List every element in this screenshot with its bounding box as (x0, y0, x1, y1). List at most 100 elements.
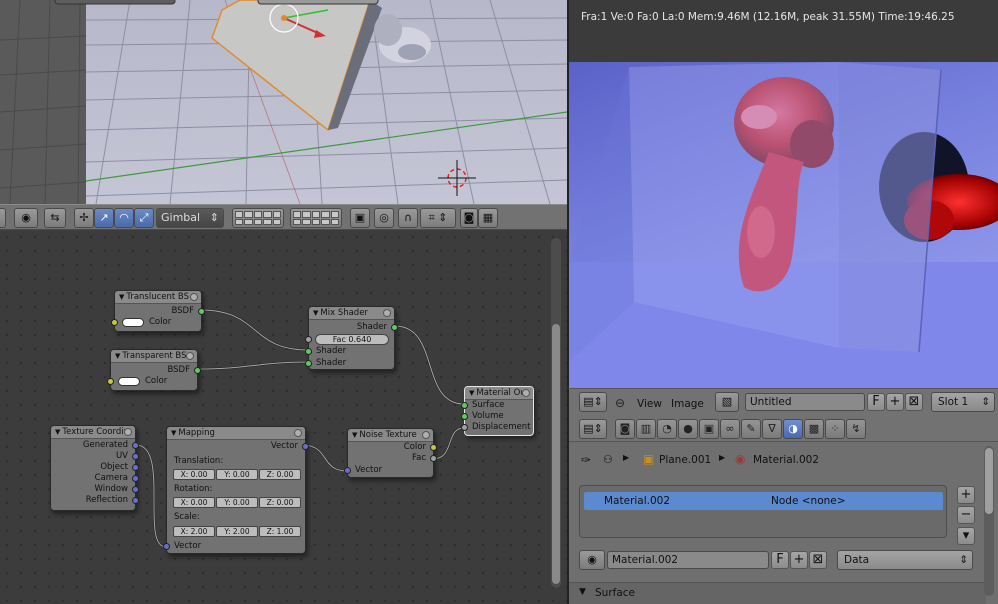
pivot-button[interactable]: ⇆ (44, 208, 66, 228)
scrollbar-thumb[interactable] (985, 448, 993, 514)
browse-image-button[interactable]: ▧ (715, 392, 739, 412)
output-color-socket[interactable] (430, 444, 437, 451)
fake-user-button[interactable]: F (771, 551, 789, 569)
view-menu[interactable]: View (637, 398, 662, 410)
tab-data[interactable]: ∇ (762, 419, 782, 439)
editor-type-dropdown[interactable]: ▤⇕ (579, 419, 607, 439)
scale-y-field[interactable]: Y: 2.00 (216, 526, 258, 537)
node-preview-toggle-icon[interactable] (383, 309, 391, 317)
output-vector-socket[interactable] (302, 443, 309, 450)
node-preview-toggle-icon[interactable] (522, 389, 530, 397)
output-shader-socket[interactable] (391, 324, 398, 331)
rotation-y-field[interactable]: Y: 0.00 (216, 497, 258, 508)
render-result-image[interactable] (567, 62, 998, 388)
input-displacement-socket[interactable] (461, 424, 468, 431)
node-material-output[interactable]: ▼ Material Ou Surface Volume Displacement (461, 386, 534, 436)
output-fac-socket[interactable] (430, 455, 437, 462)
slot-specials-button[interactable]: ▾ (957, 527, 975, 545)
color-swatch[interactable] (118, 377, 140, 386)
input-fac-socket[interactable] (305, 336, 312, 343)
properties-scrollbar[interactable] (984, 446, 994, 596)
layers-group-1[interactable] (232, 208, 284, 228)
tab-world[interactable]: ● (678, 419, 698, 439)
tab-particles[interactable]: ⁘ (825, 419, 845, 439)
output-object-socket[interactable] (132, 464, 139, 471)
image-name-field[interactable]: Untitled (745, 393, 865, 411)
translation-y-field[interactable]: Y: 0.00 (216, 469, 258, 480)
input-shader-1-socket[interactable] (305, 348, 312, 355)
output-window-socket[interactable] (132, 486, 139, 493)
collapse-triangle-icon[interactable]: ▼ (119, 293, 124, 301)
tab-scene[interactable]: ◔ (657, 419, 677, 439)
proportional-edit-button[interactable]: ◎ (374, 208, 394, 228)
scale-toggle[interactable]: ⤢ (134, 208, 154, 228)
translate-toggle[interactable]: ↗ (94, 208, 114, 228)
layer-lock-button[interactable]: ▣ (350, 208, 370, 228)
node-mapping[interactable]: ▼ Mapping Vector Translation: X: 0.00 Y: … (163, 426, 309, 554)
collapse-triangle-icon[interactable]: ▼ (171, 429, 176, 437)
input-vector-socket[interactable] (163, 543, 170, 550)
tab-material[interactable]: ◑ (783, 419, 803, 439)
material-slots-list[interactable]: Material.002 Node <none> (579, 485, 947, 538)
node-preview-toggle-icon[interactable] (190, 293, 198, 301)
fake-user-button[interactable]: F (867, 393, 885, 411)
output-uv-socket[interactable] (132, 453, 139, 460)
orientation-dropdown[interactable]: Gimbal ⇕ (156, 208, 224, 228)
rotation-z-field[interactable]: Z: 0.00 (259, 497, 301, 508)
tab-physics[interactable]: ↯ (846, 419, 866, 439)
3d-viewport[interactable] (0, 0, 567, 204)
link-type-dropdown[interactable]: Data ⇕ (837, 550, 973, 570)
node-preview-toggle-icon[interactable] (186, 352, 194, 360)
collapse-triangle-icon[interactable]: ▼ (313, 309, 318, 317)
input-color-socket[interactable] (107, 378, 114, 385)
node-preview-toggle-icon[interactable] (294, 429, 302, 437)
material-name-field[interactable]: Material.002 (607, 551, 769, 569)
unlink-image-button[interactable]: ⊠ (905, 393, 923, 411)
output-reflection-socket[interactable] (132, 497, 139, 504)
input-shader-2-socket[interactable] (305, 360, 312, 367)
node-preview-toggle-icon[interactable] (422, 431, 430, 439)
scale-x-field[interactable]: X: 2.00 (173, 526, 215, 537)
rotate-toggle[interactable]: ◠ (114, 208, 134, 228)
add-slot-button[interactable]: + (957, 486, 975, 504)
tab-constraints[interactable]: ∞ (720, 419, 740, 439)
output-camera-socket[interactable] (132, 475, 139, 482)
collapse-triangle-icon[interactable]: ▼ (115, 352, 120, 360)
color-swatch[interactable] (122, 318, 144, 327)
rotation-x-field[interactable]: X: 0.00 (173, 497, 215, 508)
scale-z-field[interactable]: Z: 1.00 (259, 526, 301, 537)
output-generated-socket[interactable] (132, 442, 139, 449)
new-image-button[interactable]: + (886, 393, 904, 411)
collapse-triangle-icon[interactable]: ▼ (469, 389, 474, 397)
pin-icon[interactable]: ✑ (581, 453, 591, 467)
opengl-render-button[interactable]: ◙ (460, 208, 478, 228)
node-editor-scrollbar[interactable] (551, 238, 561, 588)
node-texture-coordinate[interactable]: ▼ Texture Coordin Generated UV Object Cam… (50, 425, 139, 511)
node-mix-shader[interactable]: ▼ Mix Shader Shader Fac 0.640 Shader Shad… (305, 306, 398, 370)
fac-slider[interactable]: Fac 0.640 (315, 334, 389, 345)
tab-object[interactable]: ▣ (699, 419, 719, 439)
tab-render[interactable]: ◙ (615, 419, 635, 439)
new-material-button[interactable]: + (790, 551, 808, 569)
mode-dropdown[interactable] (0, 208, 6, 228)
snap-element-dropdown[interactable]: ⌗ ⇕ (420, 208, 456, 228)
remove-slot-button[interactable]: − (957, 506, 975, 524)
node-transparent-bsdf[interactable]: ▼ Transparent BS BSDF Color (107, 349, 201, 391)
surface-panel-header[interactable]: ▼ Surface (569, 582, 986, 604)
node-editor[interactable]: ▼ Translucent BS BSDF Color ▼ Transparent … (0, 230, 567, 604)
slot-dropdown[interactable]: Slot 1 ⇕ (931, 392, 995, 412)
scrollbar-thumb[interactable] (552, 324, 560, 584)
layers-group-2[interactable] (290, 208, 342, 228)
collapse-triangle-icon[interactable]: ▼ (352, 431, 357, 439)
node-noise-texture[interactable]: ▼ Noise Texture Color Fac Vector (344, 428, 437, 478)
unlink-material-button[interactable]: ⊠ (809, 551, 827, 569)
node-preview-toggle-icon[interactable] (124, 428, 132, 436)
output-bsdf-socket[interactable] (198, 308, 205, 315)
tab-render-layers[interactable]: ▥ (636, 419, 656, 439)
input-surface-socket[interactable] (461, 402, 468, 409)
opengl-anim-button[interactable]: ▦ (478, 208, 498, 228)
manipulator-toggle[interactable]: ✢ (74, 208, 94, 228)
editor-type-dropdown[interactable]: ▤⇕ (579, 392, 607, 412)
browse-material-button[interactable]: ◉ (579, 550, 605, 570)
translation-z-field[interactable]: Z: 0.00 (259, 469, 301, 480)
